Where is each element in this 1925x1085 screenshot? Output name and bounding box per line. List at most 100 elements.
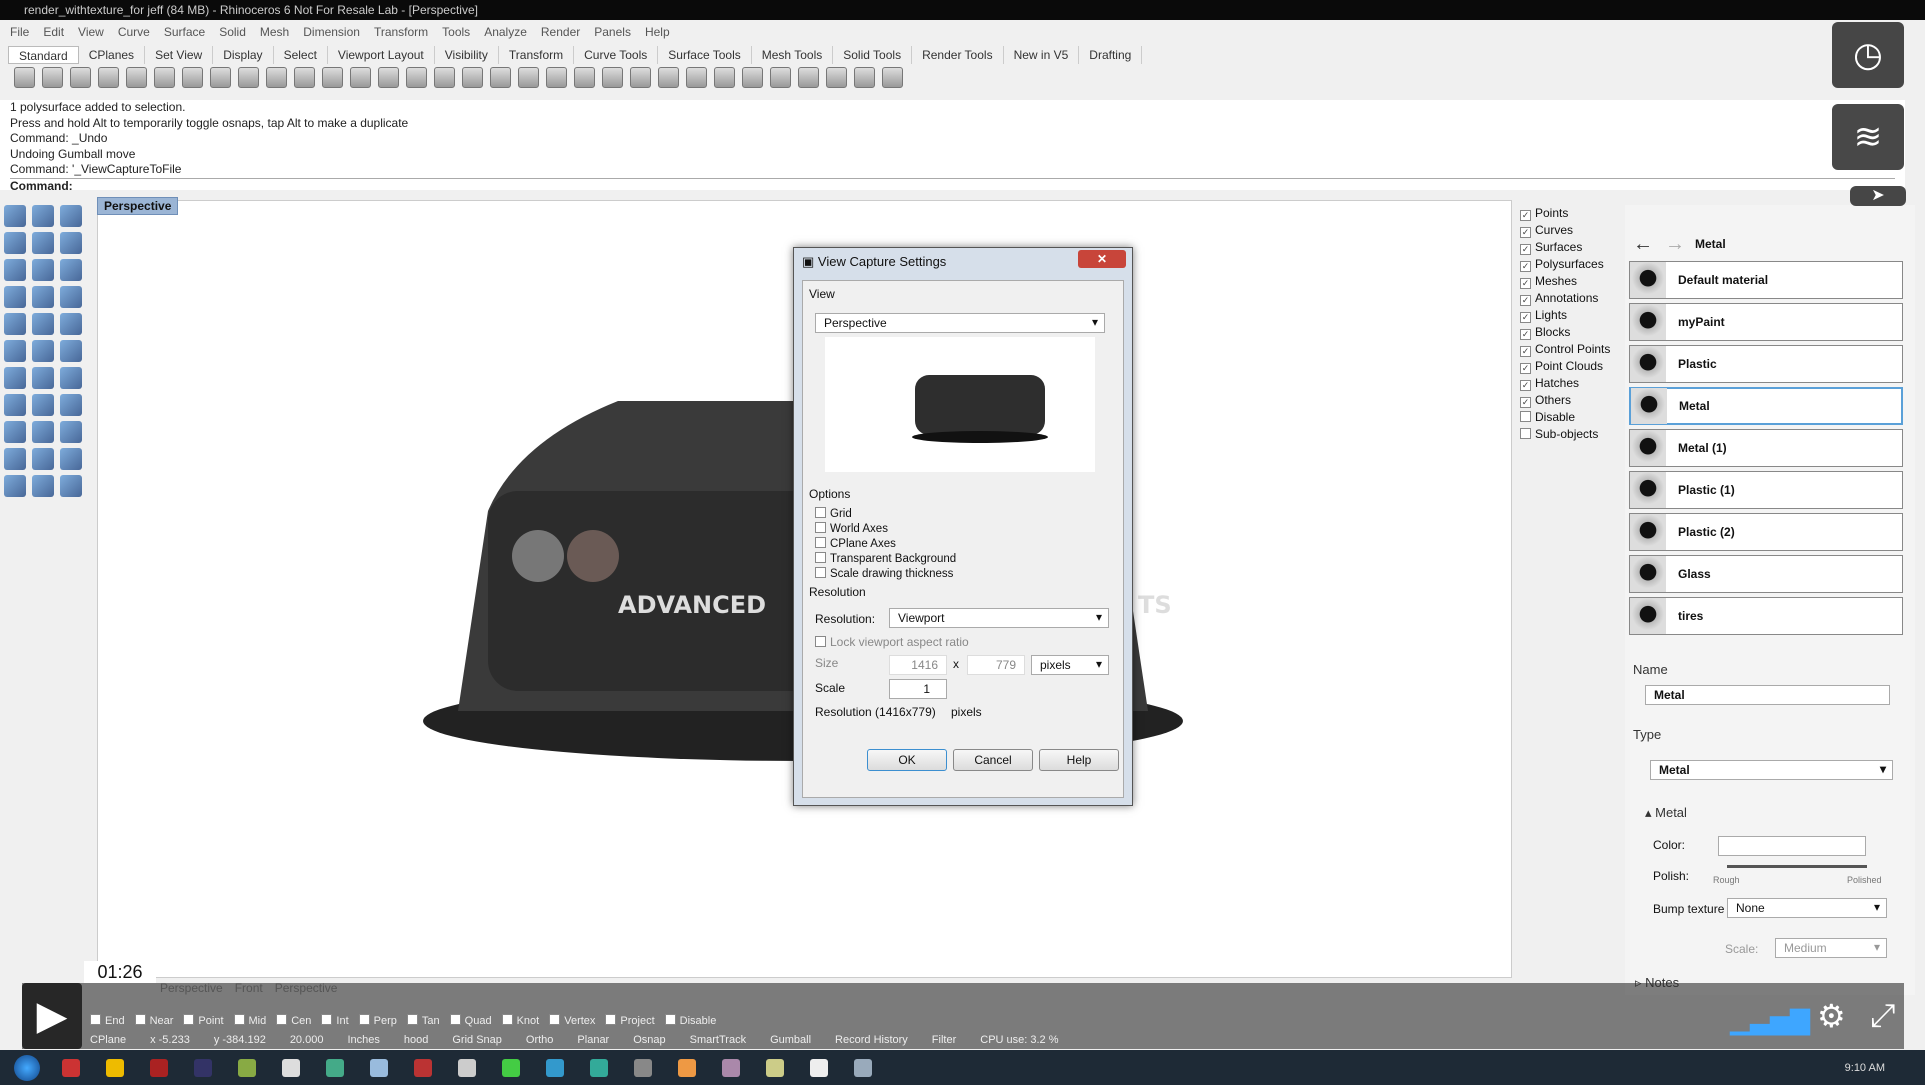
modeling-tool-icon[interactable] bbox=[60, 367, 82, 389]
material-item[interactable]: myPaint bbox=[1629, 303, 1903, 341]
material-item-selected[interactable]: Metal bbox=[1629, 387, 1903, 425]
scale-input[interactable]: 1 bbox=[889, 679, 947, 699]
modeling-tool-icon[interactable] bbox=[32, 286, 54, 308]
checkbox[interactable]: ✓ bbox=[1520, 278, 1531, 289]
material-item[interactable]: Metal (1) bbox=[1629, 429, 1903, 467]
checkbox[interactable]: ✓ bbox=[1520, 261, 1531, 272]
status-pane[interactable]: Record History bbox=[835, 1034, 908, 1046]
menu-solid[interactable]: Solid bbox=[219, 22, 246, 42]
toolbar-tab[interactable]: Transform bbox=[499, 46, 575, 64]
material-item[interactable]: Plastic bbox=[1629, 345, 1903, 383]
start-button-icon[interactable] bbox=[14, 1054, 40, 1081]
taskbar-app-icon[interactable] bbox=[370, 1058, 388, 1077]
toolbar-tool-icon[interactable] bbox=[574, 67, 595, 88]
checkbox[interactable] bbox=[815, 552, 826, 563]
osnap-disable[interactable]: Disable bbox=[664, 1014, 716, 1027]
taskbar-app-icon[interactable] bbox=[722, 1058, 740, 1077]
taskbar-app-icon[interactable] bbox=[326, 1058, 344, 1077]
menu-tools[interactable]: Tools bbox=[442, 22, 470, 42]
menu-view[interactable]: View bbox=[78, 22, 104, 42]
toolbar-tool-icon[interactable] bbox=[462, 67, 483, 88]
polish-slider[interactable] bbox=[1727, 865, 1867, 868]
toolbar-tool-icon[interactable] bbox=[630, 67, 651, 88]
checkbox[interactable] bbox=[815, 537, 826, 548]
taskbar-app-icon[interactable] bbox=[458, 1058, 476, 1077]
menu-surface[interactable]: Surface bbox=[164, 22, 205, 42]
modeling-tool-icon[interactable] bbox=[32, 205, 54, 227]
filter-blocks[interactable]: ✓ Blocks bbox=[1520, 324, 1625, 341]
filter-point-clouds[interactable]: ✓ Point Clouds bbox=[1520, 358, 1625, 375]
filter-others[interactable]: ✓ Others bbox=[1520, 392, 1625, 409]
modeling-tool-icon[interactable] bbox=[4, 313, 26, 335]
checkbox[interactable]: ✓ bbox=[1520, 244, 1531, 255]
taskbar-app-icon[interactable] bbox=[678, 1058, 696, 1077]
option-scale-drawing-thickness[interactable]: Scale drawing thickness bbox=[815, 567, 956, 582]
filter-control-points[interactable]: ✓ Control Points bbox=[1520, 341, 1625, 358]
modeling-tool-icon[interactable] bbox=[4, 475, 26, 497]
taskbar-app-icon[interactable] bbox=[194, 1058, 212, 1077]
checkbox[interactable] bbox=[1520, 411, 1531, 422]
filter-lights[interactable]: ✓ Lights bbox=[1520, 307, 1625, 324]
checkbox[interactable]: ✓ bbox=[1520, 397, 1531, 408]
viewport-tab-perspective[interactable]: Perspective bbox=[97, 197, 179, 215]
toolbar-tool-icon[interactable] bbox=[406, 67, 427, 88]
checkbox[interactable]: ✓ bbox=[1520, 210, 1531, 221]
taskbar-app-icon[interactable] bbox=[766, 1058, 784, 1077]
modeling-tool-icon[interactable] bbox=[60, 340, 82, 362]
filter-sub-objects[interactable]: Sub-objects bbox=[1520, 426, 1625, 443]
material-item[interactable]: Glass bbox=[1629, 555, 1903, 593]
menu-analyze[interactable]: Analyze bbox=[484, 22, 527, 42]
checkbox[interactable]: ✓ bbox=[1520, 363, 1531, 374]
osnap-point[interactable]: Point bbox=[183, 1014, 224, 1027]
checkbox[interactable] bbox=[815, 567, 826, 578]
checkbox[interactable]: ✓ bbox=[1520, 380, 1531, 391]
toolbar-tool-icon[interactable] bbox=[154, 67, 175, 88]
watch-later-clock-icon[interactable]: ◷ bbox=[1832, 22, 1904, 88]
toolbar-tool-icon[interactable] bbox=[798, 67, 819, 88]
menu-help[interactable]: Help bbox=[645, 22, 670, 42]
lock-aspect-checkbox[interactable]: Lock viewport aspect ratio bbox=[815, 635, 969, 649]
modeling-tool-icon[interactable] bbox=[32, 313, 54, 335]
checkbox[interactable] bbox=[664, 1014, 676, 1025]
filter-points[interactable]: ✓ Points bbox=[1520, 205, 1625, 222]
taskbar-app-icon[interactable] bbox=[546, 1058, 564, 1077]
toolbar-tool-icon[interactable] bbox=[210, 67, 231, 88]
menu-render[interactable]: Render bbox=[541, 22, 580, 42]
close-button[interactable]: ✕ bbox=[1078, 250, 1126, 268]
bump-texture-select[interactable]: None bbox=[1727, 898, 1887, 918]
modeling-tool-icon[interactable] bbox=[4, 286, 26, 308]
modeling-tool-icon[interactable] bbox=[4, 448, 26, 470]
color-swatch[interactable] bbox=[1718, 836, 1866, 856]
osnap-end[interactable]: End bbox=[90, 1014, 125, 1027]
checkbox[interactable]: ✓ bbox=[1520, 329, 1531, 340]
filter-curves[interactable]: ✓ Curves bbox=[1520, 222, 1625, 239]
checkbox[interactable] bbox=[501, 1014, 513, 1025]
option-transparent-background[interactable]: Transparent Background bbox=[815, 552, 956, 567]
taskbar-app-icon[interactable] bbox=[282, 1058, 300, 1077]
modeling-tool-icon[interactable] bbox=[4, 421, 26, 443]
taskbar-app-icon[interactable] bbox=[590, 1058, 608, 1077]
toolbar-tab[interactable]: Select bbox=[274, 46, 328, 64]
collections-layers-icon[interactable]: ≋ bbox=[1832, 104, 1904, 170]
resolution-select[interactable]: Viewport bbox=[889, 608, 1109, 628]
checkbox[interactable] bbox=[815, 522, 826, 533]
material-item[interactable]: Plastic (2) bbox=[1629, 513, 1903, 551]
checkbox[interactable] bbox=[321, 1014, 333, 1025]
filter-polysurfaces[interactable]: ✓ Polysurfaces bbox=[1520, 256, 1625, 273]
metal-section-header[interactable]: ▴ Metal bbox=[1645, 805, 1687, 821]
toolbar-tab[interactable]: New in V5 bbox=[1004, 46, 1080, 64]
share-paper-plane-icon[interactable]: ➤ bbox=[1850, 186, 1906, 206]
osnap-project[interactable]: Project bbox=[605, 1014, 655, 1027]
checkbox[interactable] bbox=[449, 1014, 461, 1025]
status-pane[interactable]: Gumball bbox=[770, 1034, 811, 1046]
height-input[interactable]: 779 bbox=[967, 655, 1025, 675]
checkbox[interactable] bbox=[276, 1014, 288, 1025]
modeling-tool-icon[interactable] bbox=[32, 421, 54, 443]
checkbox[interactable] bbox=[134, 1014, 146, 1025]
type-select[interactable]: Metal bbox=[1650, 760, 1893, 780]
back-arrow-icon[interactable]: ← bbox=[1633, 233, 1653, 256]
material-item[interactable]: tires bbox=[1629, 597, 1903, 635]
taskbar-app-icon[interactable] bbox=[854, 1058, 872, 1077]
status-pane[interactable]: Filter bbox=[932, 1034, 956, 1046]
menu-panels[interactable]: Panels bbox=[594, 22, 631, 42]
